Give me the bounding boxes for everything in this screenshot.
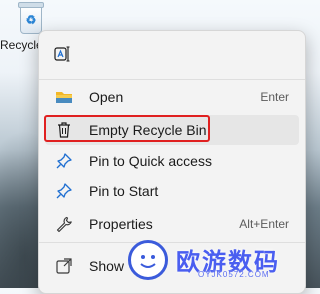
recycle-bin-label: Recycle xyxy=(0,38,43,52)
pin-icon xyxy=(55,152,73,170)
menu-item-open[interactable]: Open Enter xyxy=(45,82,299,112)
menu-item-label: Open xyxy=(89,89,124,105)
menu-item-label: Properties xyxy=(89,216,153,232)
menu-item-pin-quick-access[interactable]: Pin to Quick access xyxy=(45,146,299,176)
menu-item-shortcut: Alt+Enter xyxy=(239,217,289,231)
show-more-icon xyxy=(55,257,73,275)
rename-button[interactable] xyxy=(49,41,75,67)
watermark-subtitle: OYJK0572.COM xyxy=(198,270,270,279)
context-menu-toolbar xyxy=(39,31,305,79)
watermark-logo xyxy=(128,240,168,280)
folder-icon xyxy=(55,88,73,106)
menu-item-label: Pin to Quick access xyxy=(89,153,212,169)
watermark: 欧游数码 OYJK0572.COM xyxy=(128,236,311,288)
menu-divider xyxy=(39,79,305,80)
pin-icon xyxy=(55,182,73,200)
menu-item-shortcut: Enter xyxy=(260,90,289,104)
recycle-bin-icon: ♻ xyxy=(18,2,44,34)
menu-item-label: Pin to Start xyxy=(89,183,159,199)
rename-icon xyxy=(54,46,70,62)
highlight-box xyxy=(44,115,210,142)
menu-item-pin-to-start[interactable]: Pin to Start xyxy=(45,176,299,206)
wrench-icon xyxy=(55,215,73,233)
menu-item-properties[interactable]: Properties Alt+Enter xyxy=(45,209,299,239)
